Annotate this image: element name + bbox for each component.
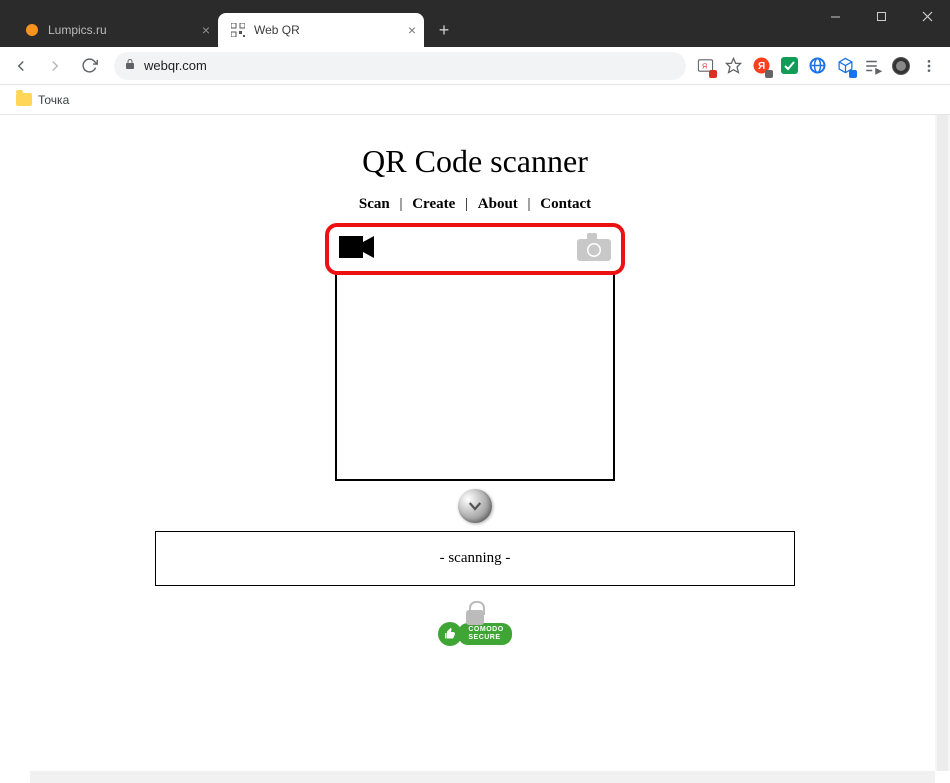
page-title: QR Code scanner	[0, 143, 950, 180]
reload-button[interactable]	[74, 51, 104, 81]
secure-pill: COMODO SECURE	[458, 623, 511, 645]
back-button[interactable]	[6, 51, 36, 81]
check-ext-icon[interactable]	[780, 57, 798, 75]
bookmarks-bar: Точка	[0, 85, 950, 115]
tab-title: Web QR	[254, 23, 300, 37]
globe-ext-icon[interactable]	[808, 57, 826, 75]
folder-icon	[16, 93, 32, 106]
tab-webqr[interactable]: Web QR ×	[218, 13, 424, 47]
video-camera-icon[interactable]	[339, 234, 375, 265]
extension-row: Я Я	[696, 57, 944, 75]
bookmark-label: Точка	[38, 93, 69, 107]
address-bar: webqr.com Я Я	[0, 47, 950, 85]
url-text: webqr.com	[144, 58, 207, 73]
new-tab-button[interactable]: +	[430, 16, 458, 44]
minimize-button[interactable]	[812, 0, 858, 32]
photo-camera-icon[interactable]	[577, 233, 611, 266]
svg-text:Я: Я	[701, 62, 706, 70]
profile-avatar-icon[interactable]	[892, 57, 910, 75]
cube-ext-icon[interactable]	[836, 57, 854, 75]
sep: |	[393, 196, 408, 212]
tab-title: Lumpics.ru	[48, 23, 107, 37]
nav-menu: Scan | Create | About | Contact	[0, 196, 950, 213]
svg-text:Я: Я	[758, 61, 765, 72]
thumbs-up-icon	[438, 622, 462, 646]
vertical-scrollbar[interactable]	[935, 115, 950, 771]
forward-button[interactable]	[40, 51, 70, 81]
close-window-button[interactable]	[904, 0, 950, 32]
chevron-down-icon	[466, 497, 484, 515]
menu-icon[interactable]	[920, 57, 938, 75]
horizontal-scrollbar[interactable]	[30, 771, 935, 783]
favicon-qr-icon	[230, 22, 246, 38]
badge-line2: SECURE	[468, 634, 503, 642]
nav-contact[interactable]: Contact	[540, 196, 591, 212]
playlist-ext-icon[interactable]	[864, 57, 882, 75]
sep: |	[459, 196, 474, 212]
close-icon[interactable]: ×	[408, 22, 416, 38]
nav-create[interactable]: Create	[412, 196, 455, 212]
favicon-orange-icon	[24, 22, 40, 38]
padlock-icon	[466, 610, 484, 625]
expand-down-button[interactable]	[458, 489, 492, 523]
nav-about[interactable]: About	[478, 196, 518, 212]
nav-scan[interactable]: Scan	[359, 196, 390, 212]
lock-icon	[124, 57, 136, 74]
close-icon[interactable]: ×	[202, 22, 210, 38]
window-titlebar: Lumpics.ru × Web QR × +	[0, 0, 950, 47]
sep: |	[522, 196, 537, 212]
maximize-button[interactable]	[858, 0, 904, 32]
tab-strip: Lumpics.ru × Web QR × +	[0, 0, 458, 47]
url-input[interactable]: webqr.com	[114, 52, 686, 80]
badge-line1: COMODO	[468, 626, 503, 634]
translate-ext-icon[interactable]: Я	[696, 57, 714, 75]
scan-mode-row	[325, 223, 625, 275]
status-box: - scanning -	[155, 531, 795, 586]
camera-preview	[335, 273, 615, 481]
status-text: - scanning -	[440, 550, 511, 566]
bookmark-folder-tochka[interactable]: Точка	[10, 89, 75, 111]
tab-lumpics[interactable]: Lumpics.ru ×	[12, 13, 218, 47]
star-icon[interactable]	[724, 57, 742, 75]
yandex-ext-icon[interactable]: Я	[752, 57, 770, 75]
comodo-secure-badge[interactable]: COMODO SECURE	[430, 610, 520, 646]
window-controls	[812, 0, 950, 38]
page-content: QR Code scanner Scan | Create | About | …	[0, 115, 950, 779]
